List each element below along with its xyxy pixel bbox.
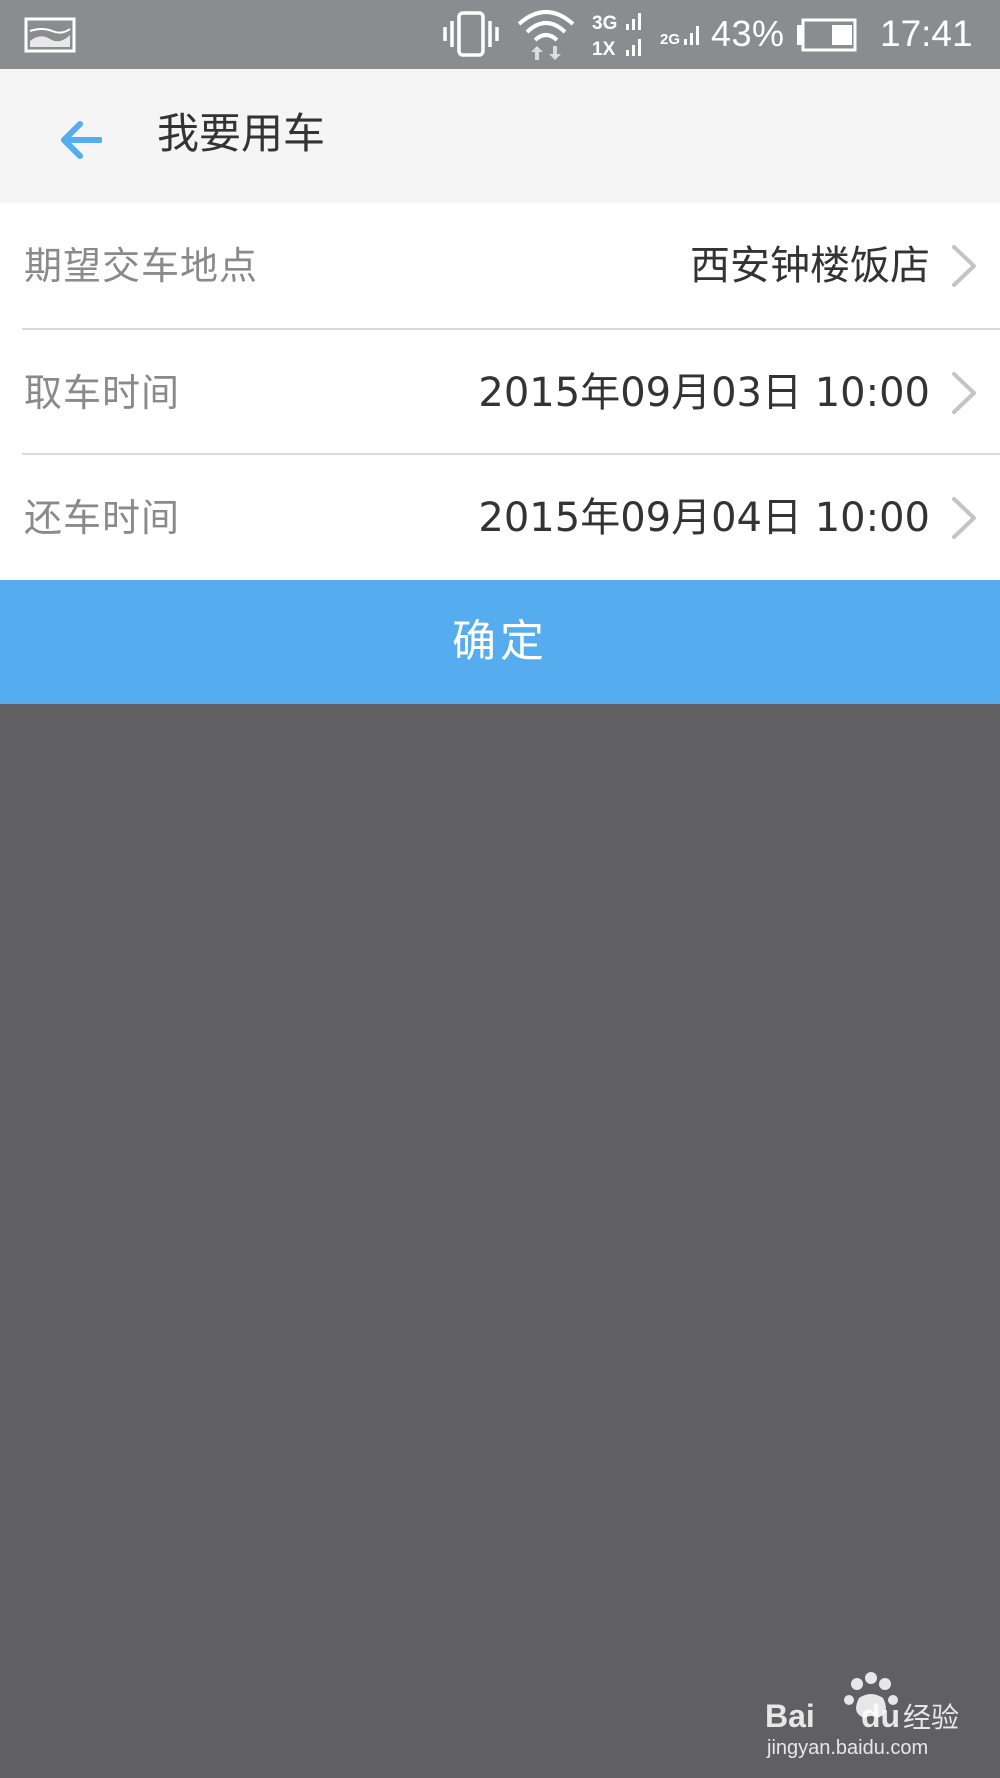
- form-row-delivery-location[interactable]: 期望交车地点 西安钟楼饭店: [0, 203, 1000, 328]
- chevron-right-icon: [950, 243, 978, 293]
- confirm-button[interactable]: 确定: [0, 580, 1000, 704]
- signal-3g-1x-icon: 3G 1X: [592, 10, 644, 64]
- app-header: 我要用车: [0, 69, 1000, 203]
- pickup-time-label: 取车时间: [24, 371, 181, 415]
- vibrate-icon: [443, 11, 499, 61]
- signal-2g-icon: 2G: [660, 24, 700, 52]
- wifi-icon: [515, 6, 577, 68]
- gallery-icon: [24, 17, 76, 57]
- signal-1x-label: 1X: [592, 39, 616, 60]
- chevron-right-icon: [950, 495, 978, 545]
- pickup-time-value: 2015年09月03日 10:00: [478, 370, 930, 416]
- form-row-return-time[interactable]: 还车时间 2015年09月04日 10:00: [0, 455, 1000, 580]
- car-request-form: 期望交车地点 西安钟楼饭店 取车时间 2015年09月03日 10:00 还车时…: [0, 203, 1000, 580]
- svg-text:du: du: [861, 1698, 900, 1734]
- back-button[interactable]: [40, 107, 120, 177]
- back-arrow-icon: [58, 120, 103, 164]
- return-time-value: 2015年09月04日 10:00: [478, 495, 930, 541]
- delivery-location-label: 期望交车地点: [24, 244, 259, 288]
- status-clock: 17:41: [880, 13, 973, 54]
- battery-percent: 43%: [711, 13, 785, 54]
- form-row-pickup-time[interactable]: 取车时间 2015年09月03日 10:00: [0, 330, 1000, 455]
- chevron-right-icon: [950, 370, 978, 420]
- delivery-location-value: 西安钟楼饭店: [690, 243, 930, 289]
- svg-text:经验: 经验: [903, 1701, 959, 1734]
- return-time-label: 还车时间: [24, 496, 181, 540]
- svg-text:jingyan.baidu.com: jingyan.baidu.com: [766, 1737, 928, 1759]
- dim-overlay[interactable]: [0, 704, 1000, 1778]
- page-title: 我要用车: [157, 109, 326, 158]
- svg-text:Bai: Bai: [765, 1698, 815, 1734]
- signal-2g-label: 2G: [660, 31, 680, 48]
- baidu-jingyan-watermark: Bai du 经验 jingyan.baidu.com: [765, 1670, 965, 1760]
- battery-icon: [795, 18, 857, 56]
- status-bar: 3G 1X 2G 43% 17:41: [0, 0, 1000, 69]
- signal-3g-label: 3G: [592, 13, 617, 34]
